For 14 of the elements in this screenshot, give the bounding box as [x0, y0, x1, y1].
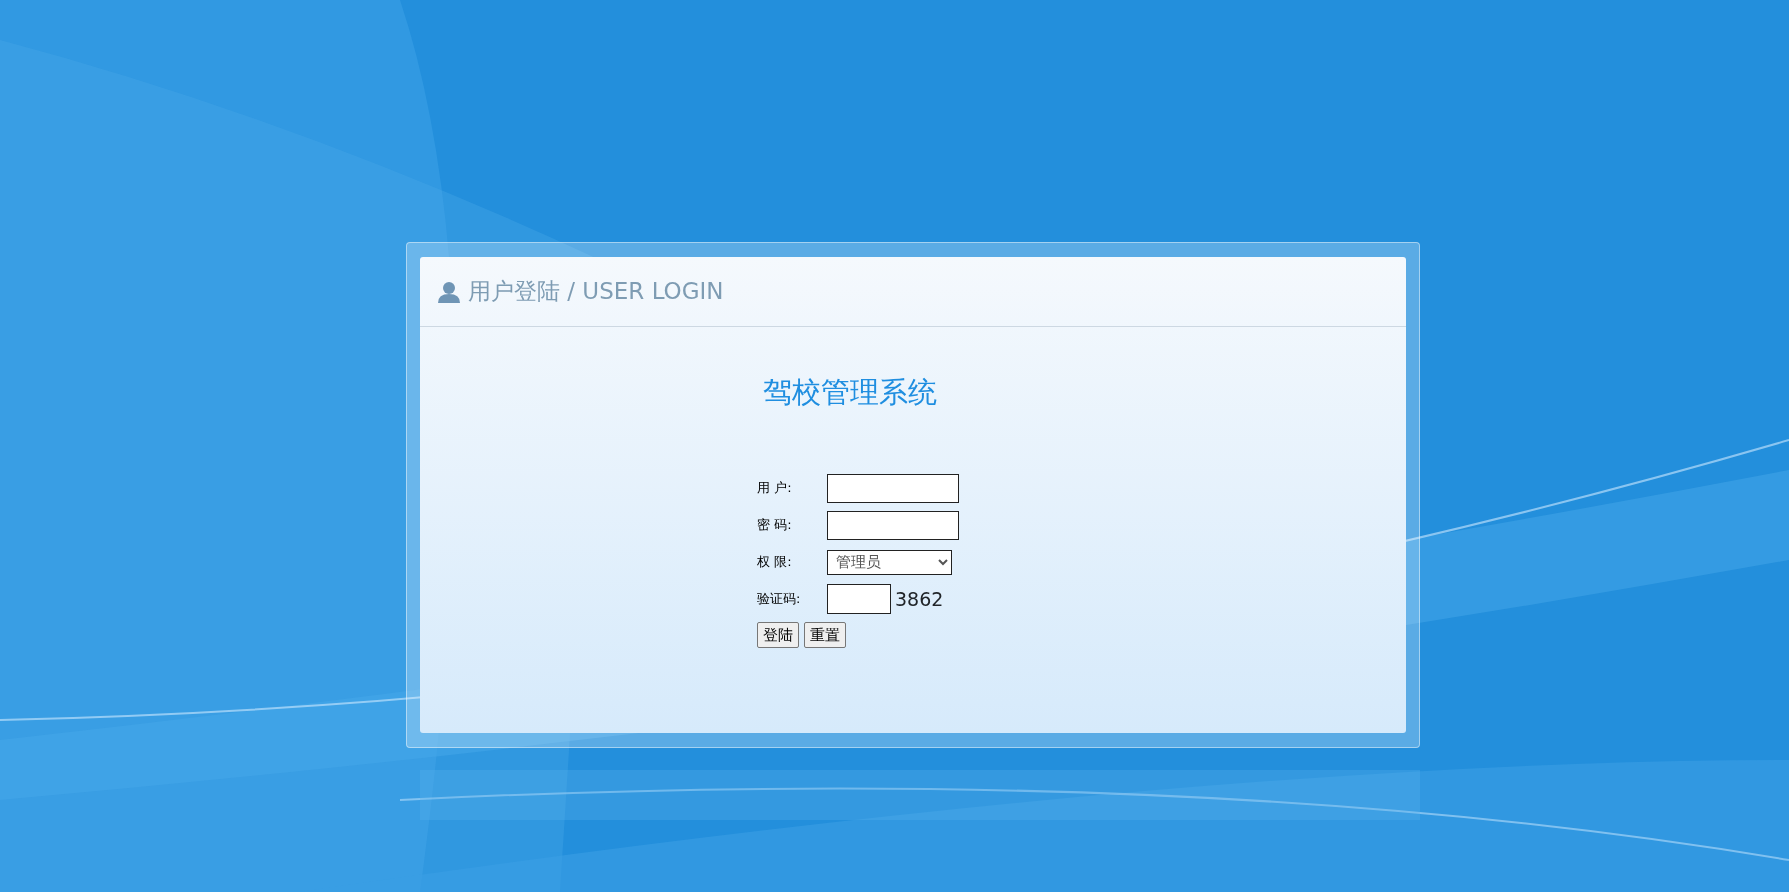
- user-icon: [438, 280, 460, 303]
- field-label: 验证码:: [757, 590, 802, 609]
- password-field[interactable]: [827, 510, 959, 540]
- panel-title: 用户登陆 / USER LOGIN: [468, 277, 724, 307]
- form-button[interactable]: 重置: [804, 621, 846, 648]
- username-field[interactable]: [827, 473, 959, 503]
- role-dropdown[interactable]: 管理员: [827, 549, 952, 575]
- captcha-field[interactable]: [827, 584, 891, 614]
- system-title: 驾校管理系统: [763, 374, 937, 411]
- captcha-code: 3862: [895, 586, 944, 612]
- field-label: 用 户:: [757, 479, 793, 498]
- field-label: 权 限:: [757, 553, 793, 572]
- form-button[interactable]: 登陆: [757, 621, 799, 648]
- field-label: 密 码:: [757, 516, 793, 535]
